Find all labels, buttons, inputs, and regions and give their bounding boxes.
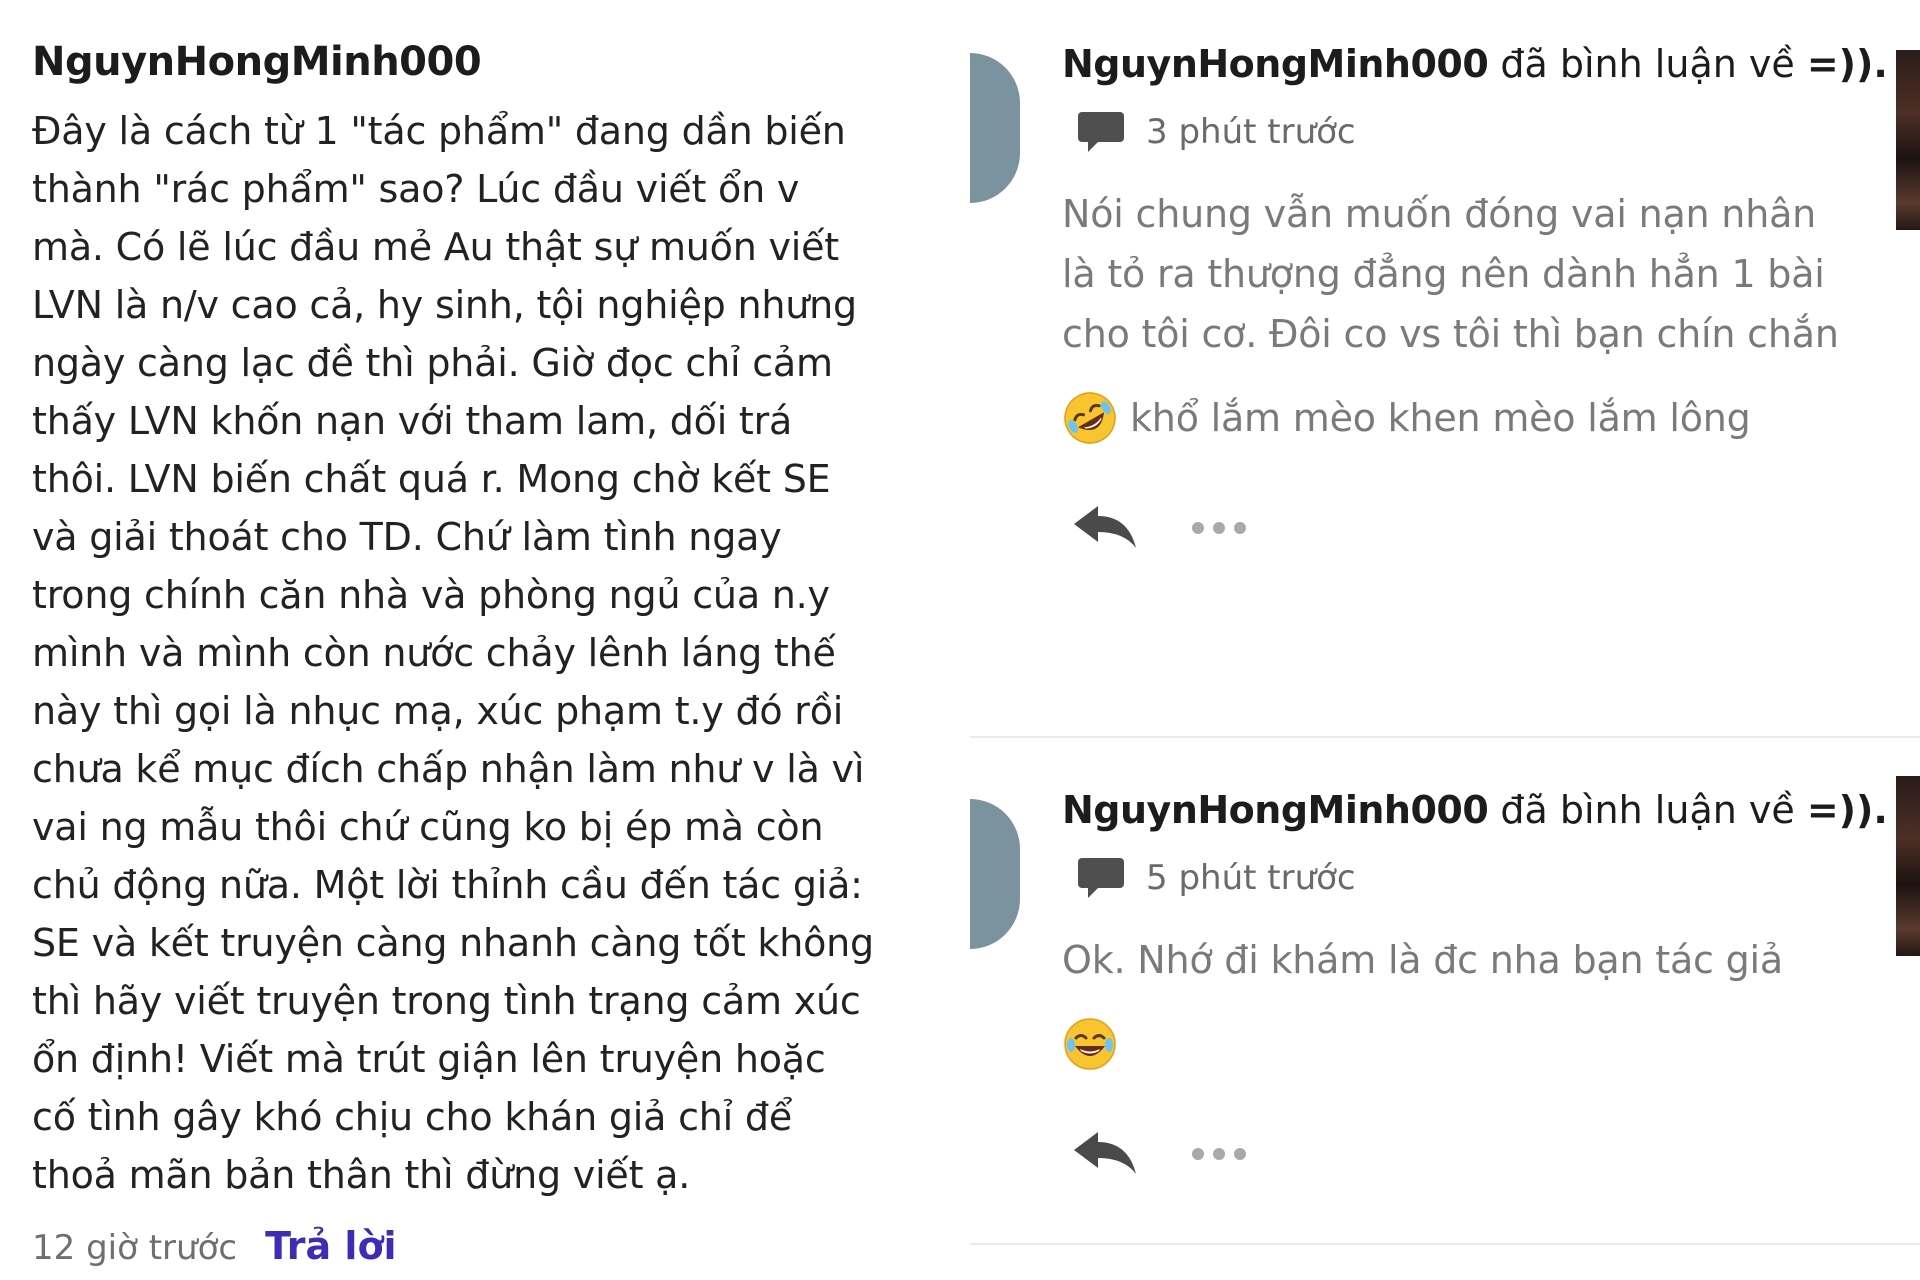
notification-text-line: Ok. Nhớ đi khám là đc nha bạn tác giả [1062,938,1783,982]
reply-arrow-icon[interactable] [1070,1128,1140,1180]
more-options-icon[interactable] [1192,512,1246,544]
avatar[interactable] [970,53,1020,203]
comment-line: thấy LVN khốn nạn với tham lam, dối trá [32,399,793,443]
comment-icon [1078,110,1124,154]
comment-line: ngày càng lạc đề thì phải. Giờ đọc chỉ c… [32,341,833,385]
comment-line: ổn định! Viết mà trút giận lên truyện ho… [32,1037,826,1081]
story-title-link[interactable]: =)). [1807,42,1888,86]
comment-footer: 12 giờ trước Trả lời [32,1224,892,1268]
comment-line: thành "rác phẩm" sao? Lúc đầu viết ổn v [32,167,800,211]
notification-content: NguynHongMinh000 đã bình luận về =)). 5 … [1062,776,1888,1180]
comment-line: thì hãy viết truyện trong tình trạng cảm… [32,979,861,1023]
comment-line: trong chính căn nhà và phòng ngủ của n.y [32,573,830,617]
notification-item[interactable]: NguynHongMinh000 đã bình luận về =)). 3 … [970,30,1920,738]
notification-action: đã bình luận về [1488,42,1807,86]
notification-emoji-text: khổ lắm mèo khen mèo lắm lông [1130,396,1751,440]
notification-username[interactable]: NguynHongMinh000 [1062,42,1489,86]
comment-line: SE và kết truyện càng nhanh càng tốt khô… [32,921,874,965]
rolling-on-floor-laughing-icon [1064,392,1116,444]
notification-timestamp: 5 phút trước [1146,858,1356,898]
notification-username[interactable]: NguynHongMinh000 [1062,788,1489,832]
more-options-icon[interactable] [1192,1138,1246,1170]
notification-meta: 3 phút trước [1062,104,1842,160]
story-title-link[interactable]: =)). [1807,788,1888,832]
comment-username[interactable]: NguynHongMinh000 [32,34,892,90]
comment-line: và giải thoát cho TD. Chứ làm tình ngay [32,515,782,559]
comment-timestamp: 12 giờ trước [32,1228,238,1268]
notification-body: Ok. Nhớ đi khám là đc nha bạn tác giả [1062,930,1842,1084]
comment-line: vai ng mẫu thôi chứ cũng ko bị ép mà còn [32,805,824,849]
notification-title: NguynHongMinh000 đã bình luận về =)). [1062,776,1888,844]
notification-text-line: khổ lắm mèo khen mèo lắm lông [1062,378,1842,458]
comment-line: LVN là n/v cao cả, hy sinh, tội nghiệp n… [32,283,857,327]
comment-line: chủ động nữa. Một lời thỉnh cầu đến tác … [32,863,863,907]
comment-line: thôi. LVN biến chất quá r. Mong chờ kết … [32,457,831,501]
notification-action: đã bình luận về [1488,788,1807,832]
story-thumbnail[interactable] [1896,776,1920,956]
comment-card: NguynHongMinh000 Đây là cách từ 1 "tác p… [32,34,892,1268]
comment-line: Đây là cách từ 1 "tác phẩm" đang dần biế… [32,109,846,153]
notification-item[interactable]: NguynHongMinh000 đã bình luận về =)). 5 … [970,776,1920,1246]
notification-body: Nói chung vẫn muốn đóng vai nạn nhân là … [1062,184,1842,458]
comment-line: cố tình gây khó chịu cho khán giả chỉ để [32,1095,793,1139]
notification-actions [1062,502,1842,554]
divider [970,1243,1920,1245]
notification-list: NguynHongMinh000 đã bình luận về =)). 3 … [970,0,1920,1280]
divider [970,736,1920,738]
notification-text-line: cho tôi cơ. Đôi co vs tôi thì bạn chín c… [1062,312,1839,356]
comment-line: mình và mình còn nước chảy lênh láng thế [32,631,836,675]
notification-text-line: là tỏ ra thượng đẳng nên dành hẳn 1 bài [1062,252,1825,296]
comment-line: chưa kể mục đích chấp nhận làm như v là … [32,747,865,791]
face-with-tears-of-joy-icon [1064,1018,1116,1070]
story-thumbnail[interactable] [1896,50,1920,230]
notification-timestamp: 3 phút trước [1146,112,1356,152]
comment-icon [1078,856,1124,900]
comment-body: Đây là cách từ 1 "tác phẩm" đang dần biế… [32,102,892,1204]
comment-line: thoả mãn bản thân thì đừng viết ạ. [32,1153,691,1197]
notification-meta: 5 phút trước [1062,850,1842,906]
reply-link[interactable]: Trả lời [265,1224,397,1268]
notification-content: NguynHongMinh000 đã bình luận về =)). 3 … [1062,30,1888,554]
notification-text-line: Nói chung vẫn muốn đóng vai nạn nhân [1062,192,1817,236]
comment-line: mà. Có lẽ lúc đầu mẻ Au thật sự muốn viế… [32,225,840,269]
comment-line: này thì gọi là nhục mạ, xúc phạm t.y đó … [32,689,844,733]
reply-arrow-icon[interactable] [1070,502,1140,554]
avatar[interactable] [970,799,1020,949]
notification-actions [1062,1128,1842,1180]
notification-emoji-line [1062,1004,1842,1084]
notification-title: NguynHongMinh000 đã bình luận về =)). [1062,30,1888,98]
